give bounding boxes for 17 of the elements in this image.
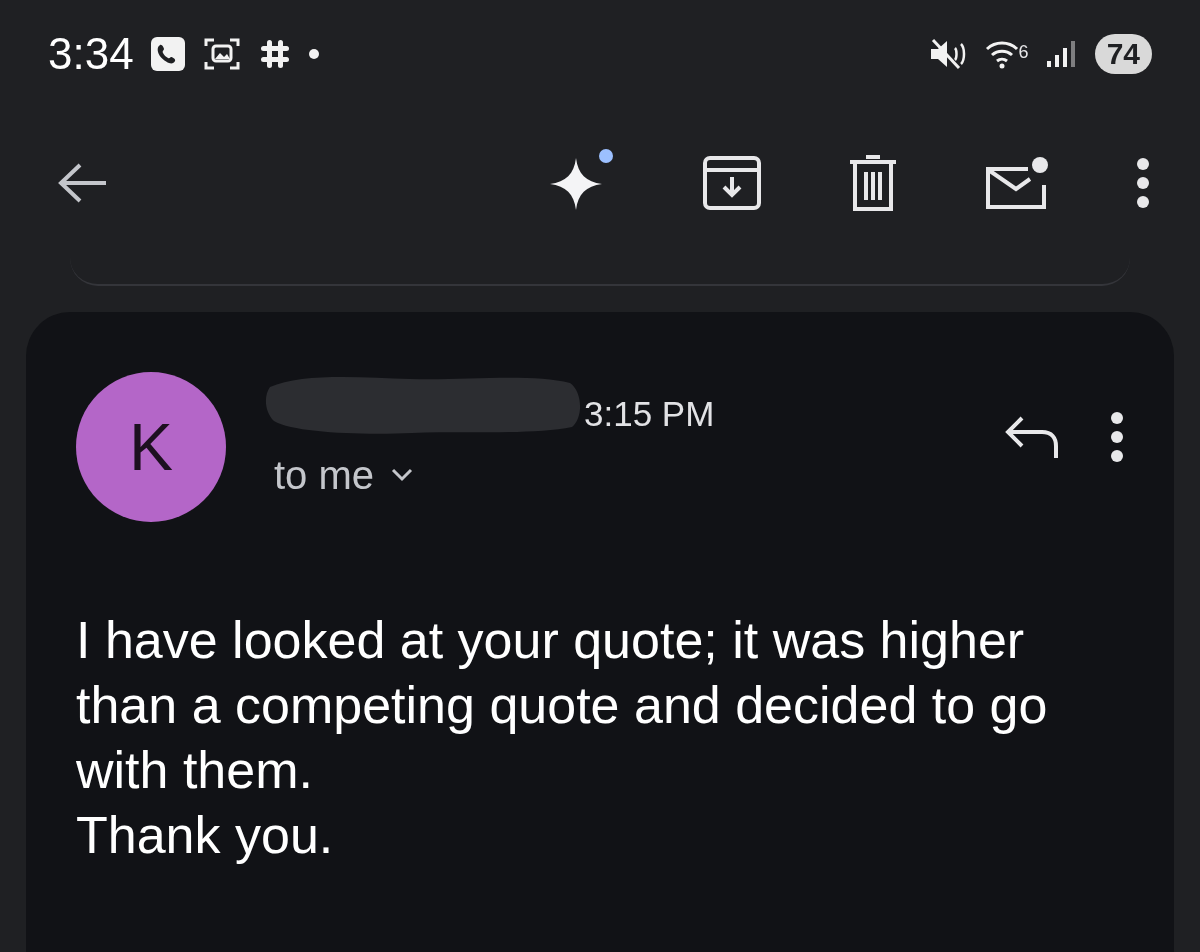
- dot-icon: [307, 48, 320, 60]
- more-icon[interactable]: [1110, 411, 1124, 463]
- trash-icon[interactable]: [848, 154, 898, 212]
- message-text: Thank you.: [76, 805, 335, 866]
- archive-icon[interactable]: [702, 155, 762, 211]
- phone-icon: [149, 36, 186, 72]
- sender-avatar: K: [76, 372, 226, 522]
- more-icon[interactable]: [1136, 157, 1150, 209]
- battery-level: 74: [1094, 34, 1152, 74]
- message-text: I have looked at your quote; it was higher than a competing quote and decided to go with them.: [76, 610, 1049, 801]
- recipient-toggle[interactable]: to me: [274, 445, 375, 505]
- wifi-icon: [984, 39, 1019, 69]
- chevron-down-icon[interactable]: [390, 467, 415, 483]
- status-time: 3:34: [48, 28, 134, 80]
- network-type-label: 6: [1018, 41, 1029, 64]
- message-time: 3:15 PM: [584, 393, 715, 435]
- mail-icon[interactable]: [984, 155, 1050, 211]
